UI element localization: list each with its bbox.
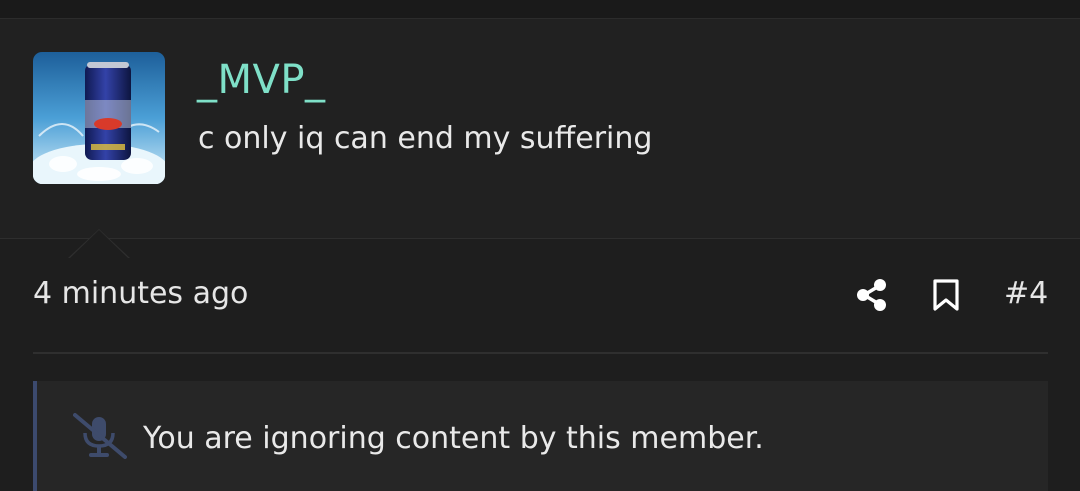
timestamp[interactable]: 4 minutes ago [33,276,248,311]
share-icon[interactable] [855,278,889,312]
ignore-notice-text: You are ignoring content by this member. [143,421,764,456]
ignore-notice: You are ignoring content by this member. [33,381,1048,491]
divider [33,352,1048,354]
bookmark-icon[interactable] [931,278,961,312]
message-text: c only iq can end my suffering [198,121,653,156]
microphone-slash-icon [73,413,127,459]
post-header: _MVP_ c only iq can end my suffering [0,19,1080,259]
post-arrow [68,229,130,259]
avatar[interactable] [33,52,165,184]
username[interactable]: _MVP_ [197,57,326,103]
post-number[interactable]: #4 [1004,276,1048,311]
top-strip [0,0,1080,19]
red-bull-can-avatar [33,52,165,184]
